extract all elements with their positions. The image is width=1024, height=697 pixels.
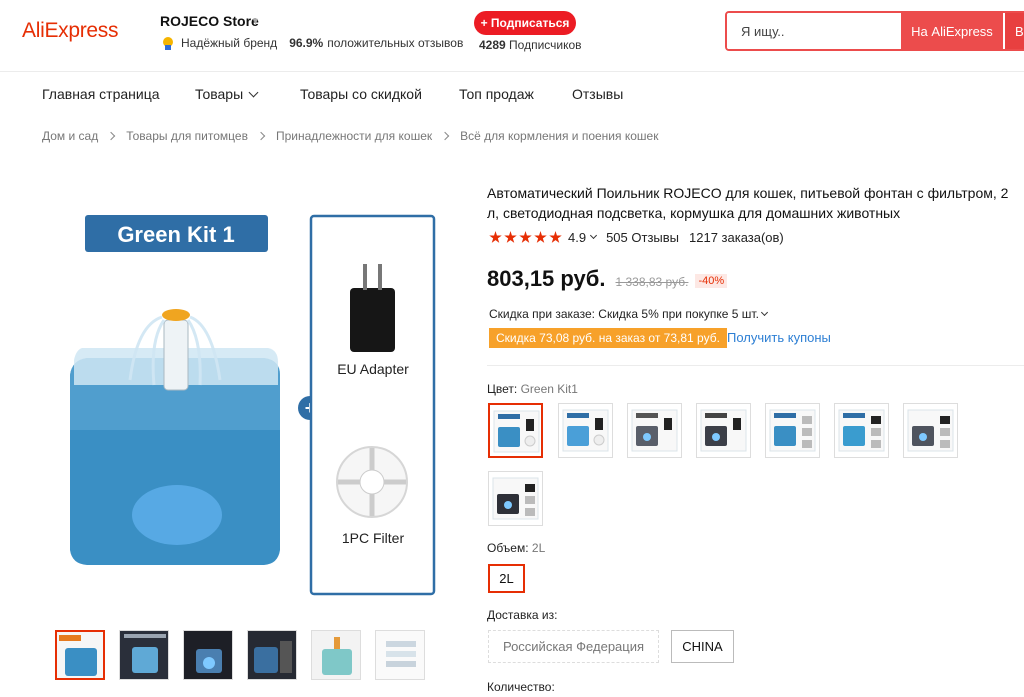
kit-banner-text: Green Kit 1 bbox=[117, 222, 234, 247]
store-trust-info: Надёжный бренд 96.9% положительных отзыв… bbox=[162, 36, 463, 50]
search-input[interactable] bbox=[727, 13, 901, 49]
reviews-count[interactable]: 505 Отзывы bbox=[606, 230, 679, 245]
breadcrumb: Дом и сад Товары для питомцев Принадлежн… bbox=[42, 129, 658, 143]
rating-stars bbox=[489, 231, 562, 244]
adapter-icon bbox=[350, 288, 395, 352]
trust-suffix: положительных отзывов bbox=[327, 36, 464, 50]
main-product-image[interactable]: Green Kit 1 + EU Adapter 1PC Filter bbox=[42, 180, 462, 615]
thumbnail-3[interactable] bbox=[183, 630, 233, 680]
quantity-label: Количество: bbox=[487, 680, 555, 694]
color-swatch[interactable] bbox=[696, 403, 751, 458]
subscribers-label: Подписчиков bbox=[509, 38, 582, 52]
volume-option-2l[interactable]: 2L bbox=[488, 564, 525, 593]
volume-selected-value: 2L bbox=[531, 541, 546, 555]
ship-from-label: Доставка из: bbox=[487, 608, 558, 622]
search-aliexpress-button[interactable]: На AliExpress bbox=[901, 13, 1003, 49]
breadcrumb-item[interactable]: Дом и сад bbox=[42, 129, 98, 143]
breadcrumb-item[interactable]: Всё для кормления и поения кошек bbox=[460, 129, 658, 143]
star-icon bbox=[489, 231, 502, 243]
store-dropdown-icon[interactable]: ▼ bbox=[251, 16, 260, 26]
color-swatch[interactable] bbox=[488, 471, 543, 526]
fountain-spout bbox=[163, 319, 189, 391]
trust-label: Надёжный бренд bbox=[181, 36, 278, 50]
color-swatch[interactable] bbox=[765, 403, 820, 458]
product-title: Автоматический Поильник ROJECO для кошек… bbox=[487, 185, 1009, 221]
star-icon bbox=[549, 231, 562, 243]
nav-item-top-sales[interactable]: Топ продаж bbox=[459, 86, 534, 102]
breadcrumb-item[interactable]: Принадлежности для кошек bbox=[276, 129, 432, 143]
store-name[interactable]: ROJECO Store bbox=[160, 13, 259, 29]
subscribers-info: 4289 Подписчиков bbox=[479, 38, 582, 52]
nav-item-discounted[interactable]: Товары со скидкой bbox=[300, 86, 422, 102]
nav-item-products-label: Товары bbox=[195, 86, 244, 102]
volume-label-text: Объем: bbox=[487, 541, 529, 555]
nav-item-products[interactable]: Товары bbox=[195, 86, 259, 102]
chevron-right-icon bbox=[440, 131, 450, 141]
thumbnail-2[interactable] bbox=[119, 630, 169, 680]
chevron-down-icon[interactable] bbox=[590, 231, 598, 240]
breadcrumb-item[interactable]: Товары для питомцев bbox=[126, 129, 248, 143]
color-swatch[interactable] bbox=[834, 403, 889, 458]
color-selected-value: Green Kit1 bbox=[520, 382, 578, 396]
color-label: Цвет: Green Kit1 bbox=[487, 382, 578, 396]
adapter-label: EU Adapter bbox=[337, 361, 409, 377]
volume-label: Объем: 2L bbox=[487, 541, 545, 555]
star-icon bbox=[534, 231, 547, 243]
store-header: AliExpress ROJECO Store ▼ Надёжный бренд… bbox=[0, 0, 1024, 72]
nav-item-home[interactable]: Главная страница bbox=[42, 86, 160, 102]
price-row: 803,15 руб. 1 338,83 руб. -40% bbox=[487, 266, 728, 292]
chevron-down-icon bbox=[248, 87, 259, 98]
color-label-text: Цвет: bbox=[487, 382, 518, 396]
current-price: 803,15 руб. bbox=[487, 266, 606, 291]
star-icon bbox=[519, 231, 532, 243]
rating-value[interactable]: 4.9 bbox=[568, 230, 586, 245]
thumbnail-1[interactable] bbox=[55, 630, 105, 680]
subscribers-count: 4289 bbox=[479, 38, 506, 52]
subscribe-button[interactable]: + Подписаться bbox=[474, 11, 576, 35]
ship-from-china[interactable]: CHINA bbox=[671, 630, 734, 663]
rating-row: 4.9 505 Отзывы 1217 заказа(ов) bbox=[489, 230, 784, 245]
trust-percent: 96.9% bbox=[289, 36, 324, 50]
fountain-flower-top bbox=[162, 309, 190, 321]
search-store-button[interactable]: В bbox=[1005, 13, 1024, 49]
chevron-right-icon bbox=[106, 131, 116, 141]
color-swatch[interactable] bbox=[488, 403, 543, 458]
chevron-right-icon bbox=[256, 131, 266, 141]
discount-badge: -40% bbox=[695, 274, 728, 288]
product-image-illustration: Green Kit 1 + EU Adapter 1PC Filter bbox=[70, 214, 436, 596]
image-thumbnails bbox=[55, 630, 425, 680]
color-swatch[interactable] bbox=[627, 403, 682, 458]
orders-count: 1217 заказа(ов) bbox=[689, 230, 784, 245]
ship-from-russia[interactable]: Российская Федерация bbox=[488, 630, 659, 663]
aliexpress-logo[interactable]: AliExpress bbox=[22, 19, 119, 43]
thumbnail-6[interactable] bbox=[375, 630, 425, 680]
coupon-tag: Скидка 73,08 руб. на заказ от 73,81 руб. bbox=[489, 328, 727, 348]
order-discount-text: Скидка при заказе: Скидка 5% при покупке… bbox=[489, 307, 759, 321]
color-swatch[interactable] bbox=[903, 403, 958, 458]
search-bar: На AliExpress В bbox=[725, 11, 1024, 51]
thumbnail-5[interactable] bbox=[311, 630, 361, 680]
store-nav: Главная страница Товары Товары со скидко… bbox=[0, 73, 1024, 115]
old-price: 1 338,83 руб. bbox=[615, 275, 689, 289]
thumbnail-4[interactable] bbox=[247, 630, 297, 680]
order-discount-info[interactable]: Скидка при заказе: Скидка 5% при покупке… bbox=[489, 307, 768, 321]
medal-icon bbox=[162, 36, 174, 50]
star-icon bbox=[504, 231, 517, 243]
divider bbox=[487, 365, 1024, 366]
filter-label: 1PC Filter bbox=[342, 530, 405, 546]
color-swatch[interactable] bbox=[558, 403, 613, 458]
nav-item-reviews[interactable]: Отзывы bbox=[572, 86, 623, 102]
get-coupons-link[interactable]: Получить купоны bbox=[727, 330, 831, 345]
chevron-down-icon bbox=[760, 308, 768, 317]
